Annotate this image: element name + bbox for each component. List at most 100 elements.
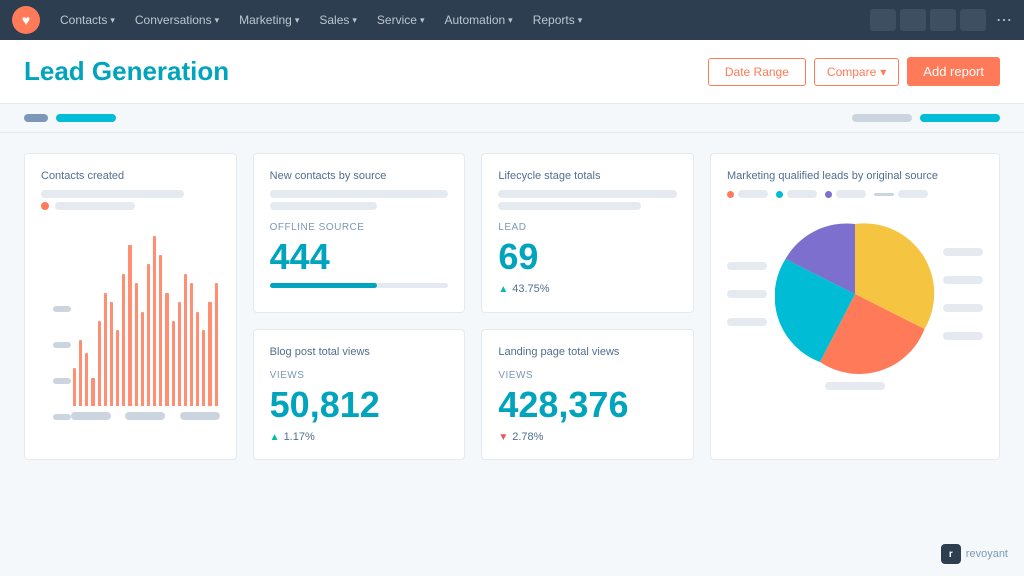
bar-9[interactable]	[128, 245, 131, 406]
contacts-created-title: Contacts created	[41, 170, 220, 182]
legend-dot-3	[825, 191, 832, 198]
pie-bottom-legend	[727, 382, 983, 390]
filter-pill-1	[24, 114, 48, 122]
nav-contacts[interactable]: Contacts ▾	[52, 13, 123, 27]
contacts-bar-chart	[71, 226, 220, 406]
nav-reports-label: Reports	[533, 13, 575, 27]
nav-sales[interactable]: Sales ▾	[311, 13, 365, 27]
bar-4[interactable]	[98, 321, 101, 406]
nav-sales-label: Sales	[319, 13, 349, 27]
nav-reports[interactable]: Reports ▾	[525, 13, 591, 27]
nav-automation[interactable]: Automation ▾	[436, 13, 520, 27]
mql-legend-row	[727, 190, 983, 198]
x-label-1	[71, 412, 111, 420]
bar-13[interactable]	[153, 236, 156, 406]
header-actions: Date Range Compare ▾ Add report	[708, 57, 1000, 86]
nav-icon-btn-4[interactable]	[960, 9, 986, 31]
nav-icon-group	[870, 9, 986, 31]
nav-more-dots[interactable]: ⋯	[996, 10, 1012, 30]
bar-20[interactable]	[196, 312, 199, 406]
bar-23[interactable]	[215, 283, 218, 406]
nav-automation-chevron: ▾	[508, 15, 513, 26]
bar-15[interactable]	[165, 293, 168, 406]
pie-left-bar-1	[727, 262, 767, 270]
bar-6[interactable]	[110, 302, 113, 406]
bar-11[interactable]	[141, 312, 144, 406]
x-label-3	[180, 412, 220, 420]
nav-marketing-label: Marketing	[239, 13, 292, 27]
pie-chart-svg	[775, 214, 935, 374]
hubspot-logo[interactable]: ♥	[12, 6, 40, 34]
pie-right-legend	[943, 248, 983, 340]
bar-21[interactable]	[202, 330, 205, 406]
bar-0[interactable]	[73, 368, 76, 406]
contacts-legend-bar	[41, 190, 184, 198]
page-header: Lead Generation Date Range Compare ▾ Add…	[0, 40, 1024, 104]
lifecycle-source: LEAD	[498, 222, 677, 233]
lifecycle-title: Lifecycle stage totals	[498, 170, 677, 182]
nav-sales-chevron: ▾	[352, 15, 357, 26]
nav-service-chevron: ▾	[420, 15, 425, 26]
pie-right-bar-1	[943, 248, 983, 256]
branding: r revoyant	[941, 544, 1008, 564]
date-range-button[interactable]: Date Range	[708, 58, 806, 86]
nav-icon-btn-3[interactable]	[930, 9, 956, 31]
bar-8[interactable]	[122, 274, 125, 406]
new-contacts-source: OFFLINE SOURCE	[270, 222, 449, 233]
new-contacts-card: New contacts by source OFFLINE SOURCE 44…	[253, 153, 466, 313]
pie-left-bar-2	[727, 290, 767, 298]
filter-pill-2	[56, 114, 116, 122]
legend-item-3	[825, 190, 866, 198]
new-contacts-bar-2	[270, 202, 377, 210]
bar-12[interactable]	[147, 264, 150, 406]
nav-icon-btn-2[interactable]	[900, 9, 926, 31]
blog-post-arrow: ▲	[270, 432, 280, 443]
nav-conversations-chevron: ▾	[215, 15, 220, 26]
nav-icon-btn-1[interactable]	[870, 9, 896, 31]
nav-marketing-chevron: ▾	[295, 15, 300, 26]
add-report-button[interactable]: Add report	[907, 57, 1000, 86]
filter-pill-right-2	[920, 114, 1000, 122]
bar-22[interactable]	[208, 302, 211, 406]
pie-left-legend	[727, 262, 767, 326]
pie-chart-container	[727, 214, 983, 374]
dashboard-grid: Contacts created	[24, 153, 1000, 460]
blog-post-change-value: 1.17%	[284, 431, 315, 443]
lifecycle-bar-1	[498, 190, 677, 198]
bar-3[interactable]	[91, 378, 94, 406]
bar-7[interactable]	[116, 330, 119, 406]
landing-page-source: VIEWS	[498, 370, 677, 381]
blog-post-change: ▲ 1.17%	[270, 431, 449, 443]
bar-2[interactable]	[85, 353, 88, 406]
bar-16[interactable]	[172, 321, 175, 406]
nav-marketing[interactable]: Marketing ▾	[231, 13, 307, 27]
blog-post-source: VIEWS	[270, 370, 449, 381]
compare-button[interactable]: Compare ▾	[814, 58, 899, 86]
contacts-legend-dot	[41, 202, 49, 210]
brand-icon: r	[941, 544, 961, 564]
bar-5[interactable]	[104, 293, 107, 406]
legend-item-4	[874, 190, 928, 198]
nav-conversations[interactable]: Conversations ▾	[127, 13, 227, 27]
bar-18[interactable]	[184, 274, 187, 406]
landing-page-value: 428,376	[498, 387, 677, 423]
lifecycle-change: ▲ 43.75%	[498, 283, 677, 295]
bar-14[interactable]	[159, 255, 162, 406]
legend-dot-1	[727, 191, 734, 198]
bar-1[interactable]	[79, 340, 82, 406]
legend-text-2	[787, 190, 817, 198]
bar-17[interactable]	[178, 302, 181, 406]
nav-service[interactable]: Service ▾	[369, 13, 433, 27]
blog-post-title: Blog post total views	[270, 346, 449, 358]
pie-right-bar-4	[943, 332, 983, 340]
y-label-4	[53, 414, 71, 420]
x-label-2	[125, 412, 165, 420]
bar-19[interactable]	[190, 283, 193, 406]
lifecycle-value: 69	[498, 239, 677, 275]
landing-page-title: Landing page total views	[498, 346, 677, 358]
blog-post-value: 50,812	[270, 387, 449, 423]
nav-conversations-label: Conversations	[135, 13, 212, 27]
pie-right-bar-3	[943, 304, 983, 312]
mql-title: Marketing qualified leads by original so…	[727, 170, 983, 182]
bar-10[interactable]	[135, 283, 138, 406]
